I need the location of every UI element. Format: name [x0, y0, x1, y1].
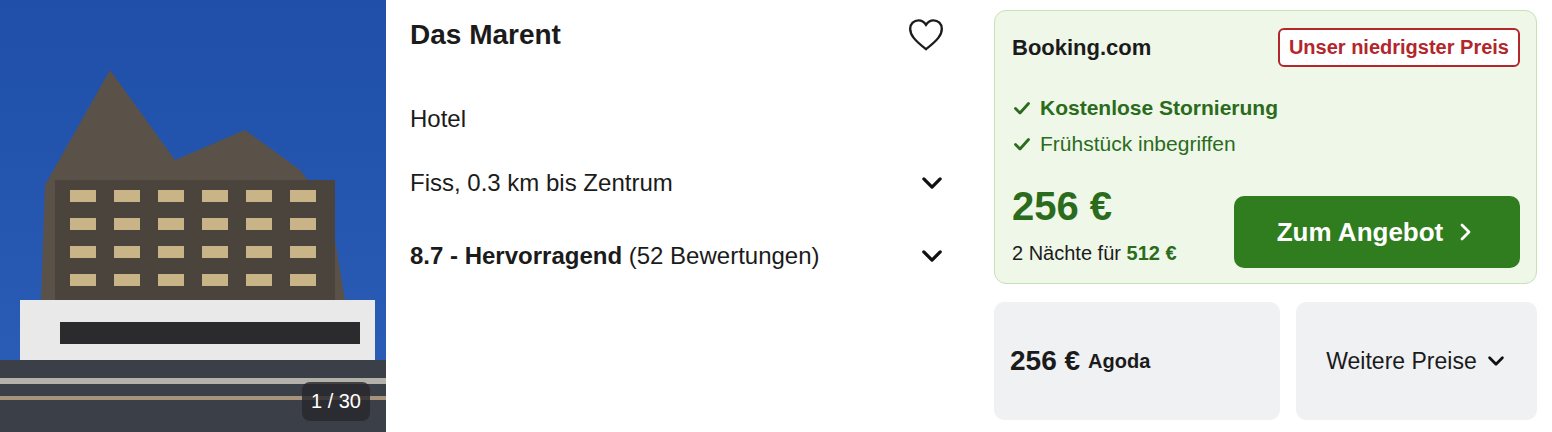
hotel-info: Das Marent Hotel Fiss, 0.3 km bis Zentru… — [386, 0, 994, 432]
location-row[interactable]: Fiss, 0.3 km bis Zentrum — [410, 163, 946, 203]
more-prices-label: Weitere Preise — [1326, 348, 1476, 375]
chevron-down-icon[interactable] — [918, 169, 946, 197]
price-block: 256 € 2 Nächte für 512 € — [1012, 182, 1177, 268]
feature-label: Frühstück inbegriffen — [1040, 126, 1236, 162]
offer-button[interactable]: Zum Angebot — [1234, 196, 1520, 268]
rating-score: 8.7 - Hervorragend — [410, 242, 622, 269]
title-row: Das Marent — [410, 15, 946, 55]
total-price: 2 Nächte für 512 € — [1012, 238, 1177, 268]
rating-text: 8.7 - Hervorragend (52 Bewertungen) — [410, 242, 820, 270]
other-offers: 256 € Agoda Weitere Preise — [994, 302, 1537, 420]
provider-name: Booking.com — [1012, 35, 1151, 61]
nightly-price: 256 € — [1012, 182, 1177, 230]
photo-counter: 1 / 30 — [302, 382, 370, 421]
rating-row[interactable]: 8.7 - Hervorragend (52 Bewertungen) — [410, 236, 946, 276]
hotel-name[interactable]: Das Marent — [410, 19, 561, 51]
offer-header: Booking.com Unser niedrigster Preis — [1012, 28, 1520, 67]
location-text: Fiss, 0.3 km bis Zentrum — [410, 169, 673, 197]
feature-list: Kostenlose Stornierung Frühstück inbegri… — [1012, 90, 1520, 162]
best-offer[interactable]: Booking.com Unser niedrigster Preis Kost… — [994, 10, 1537, 284]
chevron-right-icon — [1453, 220, 1477, 244]
hotel-photo[interactable]: 1 / 30 — [0, 0, 386, 432]
offers: Booking.com Unser niedrigster Preis Kost… — [994, 0, 1552, 432]
total-label: 2 Nächte für — [1012, 242, 1121, 264]
hotel-card: 1 / 30 Das Marent Hotel Fiss, 0.3 km bis… — [0, 0, 1552, 432]
feature-item: Frühstück inbegriffen — [1012, 126, 1520, 162]
feature-label: Kostenlose Stornierung — [1040, 90, 1278, 126]
hotel-type: Hotel — [410, 99, 946, 139]
feature-item: Kostenlose Stornierung — [1012, 90, 1520, 126]
offer-button-label: Zum Angebot — [1277, 217, 1444, 248]
building-photo-icon — [0, 0, 386, 432]
more-prices-button[interactable]: Weitere Preise — [1296, 302, 1537, 420]
other-offer-price: 256 € — [1010, 345, 1080, 377]
other-offer-provider: Agoda — [1088, 350, 1150, 373]
chevron-down-icon — [1485, 350, 1507, 372]
total-amount: 512 € — [1127, 242, 1177, 264]
check-icon — [1012, 134, 1032, 154]
heart-icon[interactable] — [906, 15, 946, 55]
chevron-down-icon[interactable] — [918, 242, 946, 270]
other-offer[interactable]: 256 € Agoda — [994, 302, 1280, 420]
offer-footer: 256 € 2 Nächte für 512 € Zum Angebot — [1012, 182, 1520, 268]
lowest-price-badge: Unser niedrigster Preis — [1278, 28, 1520, 67]
check-icon — [1012, 98, 1032, 118]
